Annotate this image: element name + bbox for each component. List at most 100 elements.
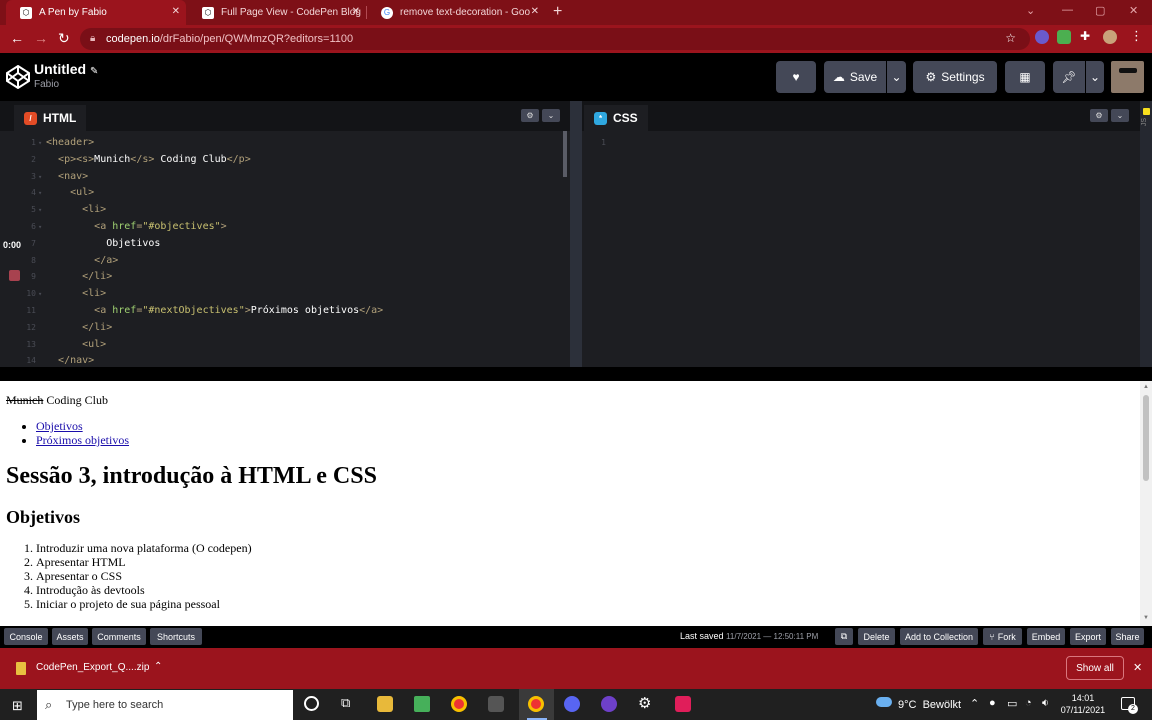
code-line[interactable]: 11 <a href="#nextObjectives">Próximos ob…	[14, 303, 383, 320]
app-icon[interactable]	[488, 696, 504, 712]
code-line[interactable]: 13 <ul>	[14, 337, 383, 354]
chevron-up-icon[interactable]: ⌃	[154, 661, 162, 672]
weather-text[interactable]: 9°C Bewölkt	[898, 699, 961, 711]
editor-resize-handle[interactable]	[570, 101, 582, 367]
save-dropdown-button[interactable]: ⌄	[887, 61, 906, 93]
export-button[interactable]: Export	[1070, 628, 1106, 645]
code-line[interactable]: 5 ▾ <li>	[14, 202, 383, 219]
scroll-up-icon[interactable]: ▲	[1143, 384, 1149, 390]
address-bar[interactable]: 🔒︎ codepen.io/drFabio/pen/QWMmzQR?editor…	[80, 28, 1030, 50]
code-line[interactable]: 2 <p><s>Munich</s> Coding Club</p>	[14, 152, 383, 169]
assets-button[interactable]: Assets	[52, 628, 88, 645]
css-settings-icon[interactable]: ⚙	[1090, 109, 1108, 122]
windows-start-icon[interactable]: ⊞	[12, 698, 23, 714]
codepen-logo-icon[interactable]	[6, 65, 30, 89]
battery-icon[interactable]: ▭	[1007, 697, 1017, 710]
like-button[interactable]: ♥	[776, 61, 816, 93]
app-icon[interactable]	[414, 696, 430, 712]
back-icon[interactable]: ←	[10, 30, 24, 46]
scroll-down-icon[interactable]: ▼	[1143, 615, 1149, 621]
comments-button[interactable]: Comments	[92, 628, 146, 645]
cortana-icon[interactable]	[304, 696, 319, 711]
pencil-icon[interactable]: ✎	[90, 66, 98, 77]
share-button[interactable]: Share	[1111, 628, 1144, 645]
taskbar-search-input[interactable]: ⌕ Type here to search	[37, 690, 293, 720]
browser-tab[interactable]: ⬡ Full Page View - CodePen Blog ✕	[188, 0, 366, 25]
shortcuts-button[interactable]: Shortcuts	[150, 628, 202, 645]
close-tab-icon[interactable]: ✕	[172, 6, 180, 17]
fold-arrow-icon[interactable]: ▾	[38, 169, 42, 186]
js-editor-collapsed[interactable]: JS	[1140, 101, 1152, 367]
profile-avatar[interactable]	[1103, 30, 1117, 44]
html-code-editor[interactable]: 1 ▾ <header> 2 <p><s>Munich</s> Coding Club…	[14, 135, 383, 370]
forward-icon[interactable]: →	[34, 30, 48, 46]
browser-tab-active[interactable]: ⬡ A Pen by Fabio ✕	[6, 0, 186, 25]
save-button[interactable]: ☁ Save	[824, 61, 886, 93]
close-tab-icon[interactable]: ✕	[531, 6, 539, 17]
show-all-button[interactable]: Show all	[1066, 656, 1124, 680]
code-line[interactable]: 9 </li>	[14, 269, 383, 286]
file-explorer-icon[interactable]	[377, 696, 393, 712]
volume-icon[interactable]: 🔉︎	[1042, 697, 1049, 710]
tab-html[interactable]: / HTML	[14, 105, 87, 131]
code-line[interactable]: 7 Objetivos	[14, 236, 383, 253]
extension-icon[interactable]	[1035, 30, 1049, 44]
pin-dropdown-button[interactable]: ⌄	[1086, 61, 1104, 93]
preview-scrollbar[interactable]: ▲ ▼	[1140, 381, 1152, 626]
user-avatar[interactable]	[1111, 61, 1144, 93]
tab-css[interactable]: * CSS	[584, 105, 648, 131]
html-settings-icon[interactable]: ⚙	[521, 109, 539, 122]
code-line[interactable]: 3 ▾ <nav>	[14, 169, 383, 186]
bookmark-star-icon[interactable]: ☆	[1005, 31, 1016, 45]
record-stop-button[interactable]	[9, 270, 20, 281]
html-editor-scrollbar[interactable]	[563, 131, 567, 177]
pin-button[interactable]: 📌︎	[1053, 61, 1085, 93]
code-line[interactable]: 4 ▾ <ul>	[14, 185, 383, 202]
fold-arrow-icon[interactable]: ▾	[38, 185, 42, 202]
code-line[interactable]: 12 </li>	[14, 320, 383, 337]
wifi-icon[interactable]: ◔	[1025, 697, 1032, 709]
discord-icon[interactable]	[564, 696, 580, 712]
settings-gear-icon[interactable]: ⚙	[638, 694, 651, 712]
embed-button[interactable]: Embed	[1027, 628, 1065, 645]
github-desktop-icon[interactable]	[601, 696, 617, 712]
open-external-icon[interactable]: ⧉	[835, 628, 853, 645]
delete-button[interactable]: Delete	[858, 628, 895, 645]
scrollbar-thumb[interactable]	[1143, 395, 1149, 481]
slack-icon[interactable]	[675, 696, 691, 712]
code-line[interactable]: 6 ▾ <a href="#objectives">	[14, 219, 383, 236]
code-line[interactable]: 1 ▾ <header>	[14, 135, 383, 152]
settings-button[interactable]: ⚙ Settings	[913, 61, 997, 93]
fold-arrow-icon[interactable]: ▾	[38, 202, 42, 219]
console-button[interactable]: Console	[4, 628, 48, 645]
change-view-button[interactable]: ▦	[1005, 61, 1045, 93]
taskbar-active-app[interactable]	[519, 689, 554, 720]
extension-icon[interactable]	[1057, 30, 1071, 44]
new-tab-icon[interactable]: +	[553, 3, 562, 21]
download-file-name[interactable]: CodePen_Export_Q....zip	[36, 662, 149, 673]
preview-resize-handle[interactable]	[0, 367, 1152, 381]
fold-arrow-icon[interactable]: ▾	[38, 219, 42, 236]
maximize-icon[interactable]: ▢	[1095, 4, 1105, 17]
taskbar-clock[interactable]: 14:01 07/11/2021	[1055, 692, 1111, 716]
pen-author[interactable]: Fabio	[34, 79, 59, 90]
minimize-icon[interactable]: —	[1062, 4, 1073, 16]
reload-icon[interactable]: ↻	[58, 30, 70, 47]
code-line[interactable]: 8 </a>	[14, 253, 383, 270]
browser-tab[interactable]: G remove text-decoration - Google ✕	[367, 0, 545, 25]
close-window-icon[interactable]: ✕	[1129, 4, 1138, 17]
fork-button[interactable]: ⑂ Fork	[983, 628, 1022, 645]
close-icon[interactable]: ✕	[1133, 661, 1142, 674]
add-to-collection-button[interactable]: Add to Collection	[900, 628, 978, 645]
tab-search-icon[interactable]: ⌄	[1026, 4, 1035, 17]
css-collapse-icon[interactable]: ⌄	[1111, 109, 1129, 122]
fold-arrow-icon[interactable]: ▾	[38, 135, 42, 152]
css-code-editor[interactable]: 1	[584, 135, 616, 152]
nav-link-proximos[interactable]: Próximos objetivos	[36, 433, 129, 447]
menu-dots-icon[interactable]: ⋮	[1130, 28, 1144, 43]
pen-title[interactable]: Untitled ✎	[34, 61, 98, 77]
close-tab-icon[interactable]: ✕	[352, 6, 360, 17]
chevron-up-icon[interactable]: ⌃	[970, 697, 979, 710]
tray-icon[interactable]: ●	[989, 697, 996, 709]
chrome-icon[interactable]	[451, 696, 467, 712]
